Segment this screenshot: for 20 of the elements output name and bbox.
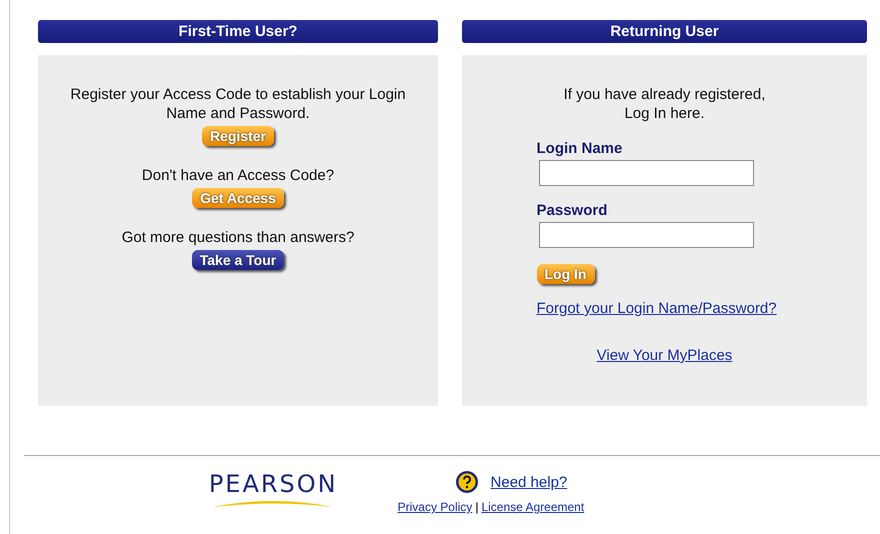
separator-text: | [475, 500, 478, 514]
logo-text: PEARSON [208, 470, 338, 498]
instruction-text: Register your Access Code to establish your Login Name and Password. [69, 85, 407, 123]
swoosh-icon [213, 498, 334, 508]
help-icon[interactable] [454, 470, 479, 494]
tour-button[interactable]: Take a Tour [192, 250, 284, 270]
instruction-text: If you have already registered, Log In here. [562, 85, 766, 123]
field-label: Password [536, 202, 608, 219]
instruction-text: Don't have an Access Code? [140, 166, 336, 185]
license-link[interactable]: License Agreement [481, 500, 584, 514]
forgot-link[interactable]: Forgot your Login Name/Password? [536, 300, 777, 317]
panel-header: Returning User [462, 20, 867, 43]
instruction-text: Got more questions than answers? [120, 228, 356, 247]
login-name-field[interactable] [538, 160, 754, 186]
panel-header: First-Time User? [38, 20, 438, 43]
privacy-link[interactable]: Privacy Policy [398, 500, 472, 514]
password-field[interactable] [538, 222, 754, 248]
myplaces-link[interactable]: View Your MyPlaces [596, 347, 732, 364]
field-label: Login Name [536, 140, 622, 157]
help-link[interactable]: Need help? [490, 474, 568, 490]
